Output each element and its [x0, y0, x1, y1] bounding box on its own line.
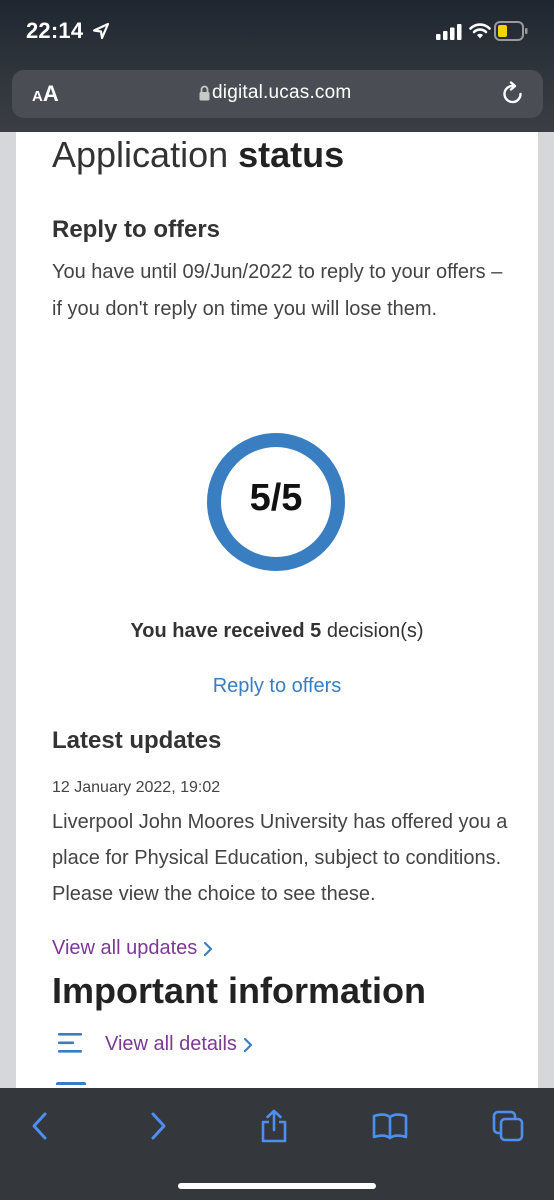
forward-button[interactable] — [136, 1108, 180, 1144]
location-arrow-icon — [92, 22, 110, 40]
view-all-updates-link[interactable]: View all updates — [52, 937, 213, 960]
reload-icon[interactable] — [501, 81, 525, 107]
page-title-plain: Application — [52, 134, 239, 175]
decisions-received-suffix: decision(s) — [321, 620, 424, 642]
reply-deadline-text: You have until 09/Jun/2022 to reply to y… — [52, 261, 503, 320]
decisions-received-bold: You have received 5 — [130, 620, 322, 642]
wifi-icon — [469, 23, 491, 39]
chevron-right-icon — [243, 1037, 253, 1052]
address-bar[interactable]: AA digital.ucas.com — [12, 70, 543, 118]
text-size-large-a: A — [42, 81, 59, 106]
application-status-card: Application status Reply to offers You h… — [16, 132, 538, 1088]
view-all-updates-label: View all updates — [52, 937, 198, 959]
page-title-bold: status — [238, 134, 345, 175]
text-size-small-a: A — [32, 88, 43, 105]
text-size-button[interactable]: AA — [32, 83, 59, 108]
view-all-details-label: View all details — [105, 1033, 237, 1055]
status-bar: 22:14 — [0, 0, 554, 66]
details-list-icon — [58, 1033, 82, 1053]
view-all-details-link[interactable]: View all details — [105, 1033, 253, 1056]
chevron-right-icon — [204, 941, 213, 956]
back-button[interactable] — [18, 1108, 62, 1144]
url-text[interactable]: digital.ucas.com — [212, 82, 351, 104]
update-timestamp: 12 January 2022, 19:02 — [52, 779, 221, 796]
reply-to-offers-link[interactable]: Reply to offers — [16, 675, 538, 698]
decisions-received-text: You have received 5 decision(s) — [16, 620, 538, 643]
update-message: Liverpool John Moores University has off… — [52, 811, 508, 905]
browser-top-chrome: 22:14 AA digital.ucas.com — [0, 0, 554, 132]
home-indicator[interactable] — [178, 1183, 376, 1189]
status-time: 22:14 — [26, 18, 84, 43]
page-title: Application status — [52, 134, 344, 176]
cellular-signal-icon — [436, 24, 462, 40]
latest-updates-heading: Latest updates — [52, 727, 222, 754]
bookmarks-button[interactable] — [368, 1108, 412, 1144]
forward-icon — [151, 1112, 166, 1140]
important-information-heading: Important information — [52, 970, 426, 1011]
share-button[interactable] — [252, 1108, 296, 1144]
reply-heading: Reply to offers — [52, 216, 221, 243]
bookmarks-icon — [372, 1113, 408, 1140]
tabs-button[interactable] — [486, 1108, 530, 1144]
back-icon — [32, 1112, 47, 1140]
battery-low-icon — [494, 21, 528, 41]
tabs-icon — [492, 1110, 524, 1142]
share-icon — [261, 1109, 287, 1143]
decisions-count-label: 5/5 — [249, 477, 303, 519]
lock-icon — [199, 85, 210, 101]
web-page-viewport[interactable]: Application status Reply to offers You h… — [0, 132, 554, 1088]
